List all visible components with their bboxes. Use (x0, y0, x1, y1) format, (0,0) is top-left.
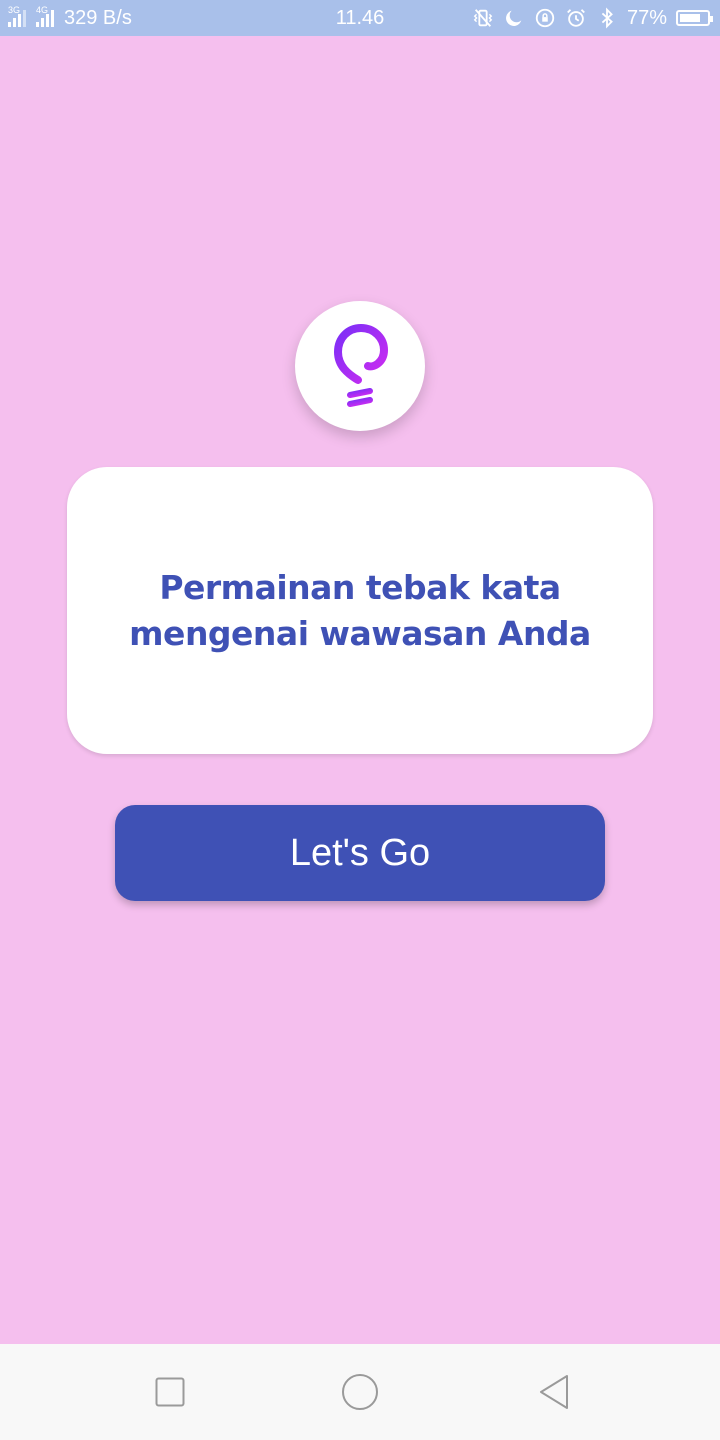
intro-text: Permainan tebak kata mengenai wawasan An… (129, 565, 591, 657)
battery-fill (680, 14, 701, 22)
intro-card: Permainan tebak kata mengenai wawasan An… (67, 467, 653, 754)
vibrate-icon (473, 9, 493, 27)
home-icon (342, 1374, 378, 1410)
intro-text-line-1: Permainan tebak kata (159, 567, 561, 607)
back-button[interactable] (494, 1344, 614, 1440)
status-bar: 3G 4G 329 B/s 11.46 77% (0, 0, 720, 36)
recent-apps-icon (155, 1377, 185, 1407)
alarm-icon (567, 9, 585, 27)
rotation-lock-icon (535, 8, 555, 28)
moon-icon (506, 10, 522, 26)
back-icon (540, 1375, 568, 1409)
status-right: 77% (472, 0, 713, 36)
home-button[interactable] (300, 1344, 420, 1440)
intro-text-line-2: mengenai wawasan Anda (129, 613, 591, 653)
app-logo (295, 301, 425, 431)
battery-icon (676, 10, 713, 26)
battery-percent: 77% (626, 6, 667, 29)
lightbulb-icon (333, 323, 389, 407)
bluetooth-icon (601, 7, 613, 29)
status-time: 11.46 (335, 6, 385, 29)
navigation-bar (0, 1344, 720, 1440)
lets-go-button[interactable]: Let's Go (115, 805, 605, 901)
recent-apps-button[interactable] (110, 1344, 230, 1440)
